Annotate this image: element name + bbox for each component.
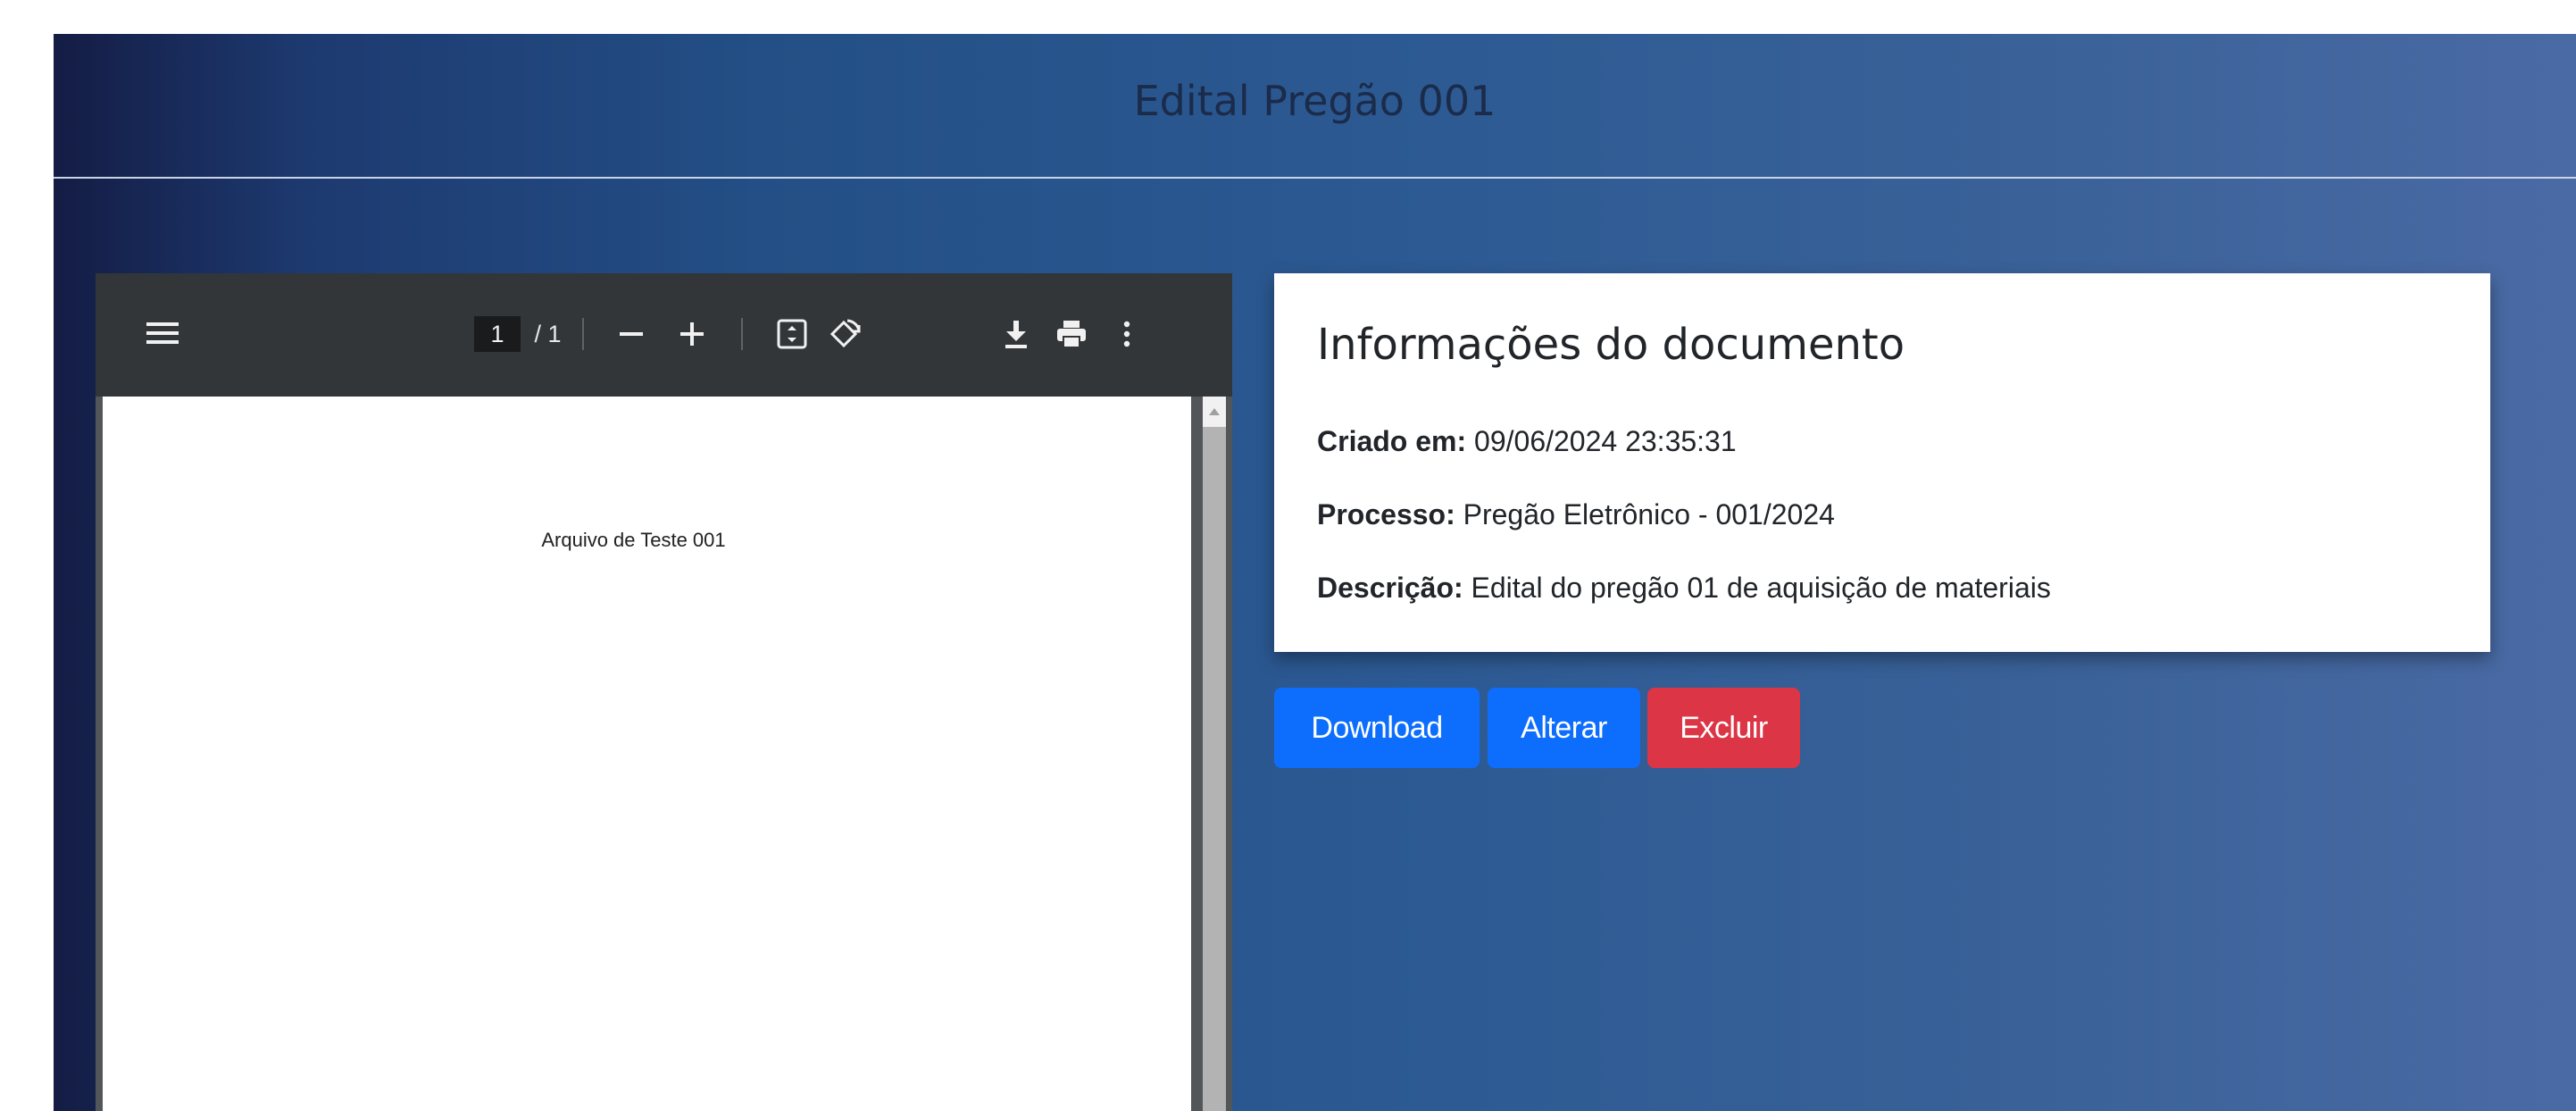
more-options-icon[interactable] bbox=[1105, 312, 1149, 356]
pdf-page: Arquivo de Teste 001 bbox=[103, 397, 1191, 1111]
app-container: Edital Pregão 001 1 / 1 Arquivo de Teste… bbox=[54, 34, 2576, 1111]
download-icon[interactable] bbox=[994, 312, 1038, 356]
download-button[interactable]: Download bbox=[1274, 688, 1480, 768]
created-at-label: Criado em: bbox=[1317, 425, 1467, 457]
description-label: Descrição: bbox=[1317, 572, 1463, 604]
process-row: Processo: Pregão Eletrônico - 001/2024 bbox=[1317, 498, 1835, 531]
delete-button[interactable]: Excluir bbox=[1647, 688, 1800, 768]
card-title: Informações do documento bbox=[1317, 320, 1905, 370]
page-number-input[interactable]: 1 bbox=[474, 316, 521, 352]
toolbar-divider bbox=[741, 318, 743, 350]
page-title: Edital Pregão 001 bbox=[1133, 77, 1496, 125]
pdf-page-text: Arquivo de Teste 001 bbox=[541, 529, 726, 551]
zoom-out-icon[interactable] bbox=[609, 312, 654, 356]
scroll-up-arrow-icon[interactable] bbox=[1203, 397, 1226, 427]
description-value: Edital do pregão 01 de aquisição de mate… bbox=[1471, 572, 2051, 604]
pdf-scrollbar[interactable] bbox=[1203, 397, 1226, 1111]
print-icon[interactable] bbox=[1049, 312, 1094, 356]
created-at-value: 09/06/2024 23:35:31 bbox=[1474, 425, 1737, 457]
scrollbar-thumb[interactable] bbox=[1203, 427, 1226, 1111]
process-value: Pregão Eletrônico - 001/2024 bbox=[1463, 498, 1835, 530]
fit-to-page-icon[interactable] bbox=[770, 312, 814, 356]
edit-button[interactable]: Alterar bbox=[1488, 688, 1640, 768]
document-info-card: Informações do documento Criado em: 09/0… bbox=[1274, 273, 2490, 652]
created-at-row: Criado em: 09/06/2024 23:35:31 bbox=[1317, 425, 1737, 458]
rotate-icon[interactable] bbox=[823, 312, 868, 356]
toolbar-divider bbox=[582, 318, 584, 350]
pdf-viewer[interactable]: 1 / 1 Arquivo de Teste 001 bbox=[96, 273, 1232, 1111]
menu-icon[interactable] bbox=[140, 311, 185, 355]
page-header: Edital Pregão 001 bbox=[54, 34, 2576, 179]
pdf-toolbar: 1 / 1 bbox=[96, 273, 1232, 397]
process-label: Processo: bbox=[1317, 498, 1455, 530]
page-total: / 1 bbox=[528, 320, 562, 347]
zoom-in-icon[interactable] bbox=[670, 312, 714, 356]
description-row: Descrição: Edital do pregão 01 de aquisi… bbox=[1317, 572, 2051, 605]
